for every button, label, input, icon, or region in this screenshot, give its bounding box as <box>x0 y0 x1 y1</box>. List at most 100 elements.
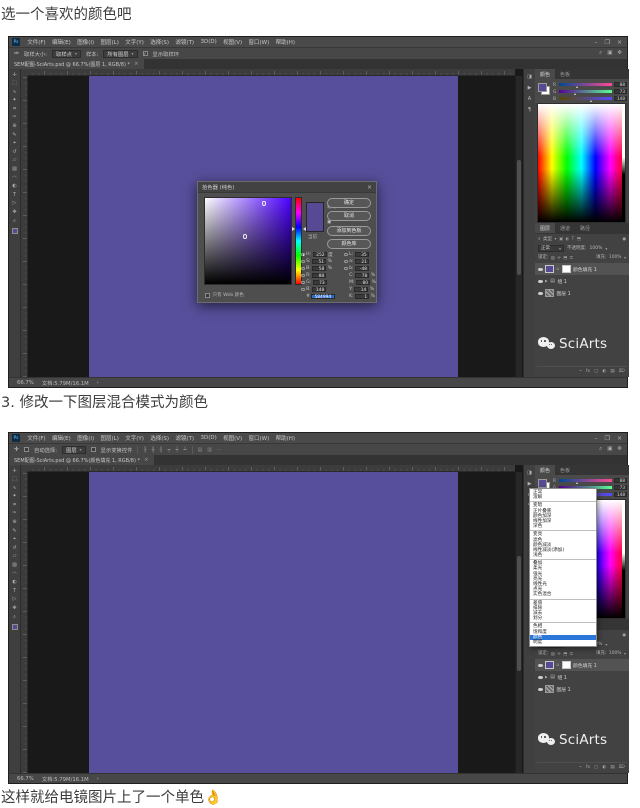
brush-tool-icon[interactable]: ✎ <box>10 527 19 534</box>
red-slider-track[interactable] <box>559 83 612 86</box>
status-more-icon[interactable]: › <box>97 776 99 782</box>
menu-type[interactable]: 文字(Y) <box>122 38 147 46</box>
tab-close-icon[interactable]: × <box>134 61 139 67</box>
menu-type[interactable]: 文字(Y) <box>122 434 147 442</box>
filter-kind-label[interactable]: 类型 <box>543 236 552 242</box>
green-field[interactable]: 73 <box>313 280 327 286</box>
red-slider[interactable]: R 88 <box>553 477 627 484</box>
menu-help[interactable]: 帮助(H) <box>272 434 298 442</box>
new-adjustment-icon[interactable]: ◐ <box>602 765 606 770</box>
hex-field[interactable]: 584994 <box>311 294 335 300</box>
menu-layer[interactable]: 图层(L) <box>97 434 122 442</box>
show-transform-checkbox[interactable] <box>91 447 96 452</box>
add-to-swatches-button[interactable]: 添加到色板 <box>327 226 371 236</box>
search-icon[interactable]: ⌕ <box>599 50 602 57</box>
web-color-icon[interactable]: ▣ <box>327 220 331 225</box>
blend-item-hard-mix[interactable]: 实色混合 <box>530 592 596 597</box>
cyan-field[interactable]: 78 <box>355 273 369 279</box>
fill-layer-thumbnail[interactable] <box>545 661 554 669</box>
green-slider-track[interactable] <box>559 90 612 93</box>
lasso-tool-icon[interactable]: ∿ <box>10 484 19 491</box>
minimize-icon[interactable]: – <box>595 39 598 46</box>
blue-field[interactable]: 148 <box>312 287 326 293</box>
hue-field[interactable]: 252 <box>313 252 327 258</box>
align-bottom-icon[interactable]: ┷ <box>184 447 187 453</box>
eraser-tool-icon[interactable]: ▱ <box>10 157 19 164</box>
show-ring-checkbox[interactable]: ✓ <box>143 51 148 56</box>
menu-file[interactable]: 文件(F) <box>24 434 49 442</box>
visibility-eye-icon[interactable] <box>538 268 543 271</box>
quick-select-tool-icon[interactable]: ✦ <box>10 97 19 104</box>
layer-row-color-fill[interactable]: ⧉ 颜色填充 1 <box>535 659 629 671</box>
close-icon[interactable]: × <box>617 435 622 442</box>
lab-l-radio[interactable] <box>344 253 348 257</box>
layer-name[interactable]: 图层 1 <box>557 290 571 297</box>
blue-radio[interactable] <box>301 288 305 292</box>
zoom-tool-icon[interactable]: ⌕ <box>10 217 19 224</box>
path-select-tool-icon[interactable]: ▷ <box>10 200 19 207</box>
fill-layer-thumbnail[interactable] <box>545 265 554 273</box>
foreground-color-swatch[interactable] <box>538 83 547 92</box>
saturation-field[interactable]: 51 <box>312 259 326 265</box>
tab-paths[interactable]: 路径 <box>575 223 595 233</box>
red-radio[interactable] <box>301 274 305 278</box>
red-value[interactable]: 88 <box>614 82 627 88</box>
red-slider-track[interactable] <box>559 479 612 482</box>
lab-a-radio[interactable] <box>344 260 348 264</box>
blue-value[interactable]: 148 <box>614 96 627 102</box>
fill-value[interactable]: 100% <box>609 255 622 260</box>
blue-value[interactable]: 148 <box>614 492 627 498</box>
eraser-tool-icon[interactable]: ▱ <box>10 553 19 560</box>
paragraph-panel-icon[interactable]: ¶ <box>528 107 531 113</box>
tab-close-icon[interactable]: × <box>144 457 149 463</box>
lab-b-field[interactable]: -48 <box>355 266 369 272</box>
document-tab[interactable]: SEM配图-SciArts.psd @ 66.7%(颜色填充 1, RGB/8)… <box>9 455 154 465</box>
web-colors-only[interactable]: 只有 Web 颜色 <box>205 292 244 298</box>
document-tab[interactable]: SEM配图-SciArts.psd @ 66.7%(图层 1, RGB/8) *… <box>9 59 144 69</box>
align-center-h-icon[interactable]: ╂ <box>151 447 154 453</box>
layer-row-image[interactable]: 图层 1 <box>535 683 629 695</box>
add-mask-icon[interactable]: ▢ <box>594 765 598 770</box>
extras-icon[interactable]: ✥ <box>617 50 622 57</box>
lock-transparency-icon[interactable]: ▨ <box>551 651 555 656</box>
link-layers-icon[interactable]: ⌁ <box>579 765 582 770</box>
status-more-icon[interactable]: › <box>97 380 99 386</box>
blur-tool-icon[interactable]: ◠ <box>10 174 19 181</box>
restore-icon[interactable]: ❐ <box>605 39 610 46</box>
layer-row-group[interactable]: ▶ ▤ 组 1 <box>535 671 629 683</box>
blend-item-divide[interactable]: 划分 <box>530 616 596 621</box>
eyedropper-tool-icon[interactable]: ✑ <box>10 114 19 121</box>
marquee-tool-icon[interactable]: ⬚ <box>10 476 19 483</box>
visibility-eye-icon[interactable] <box>538 688 543 691</box>
lab-l-field[interactable]: 35 <box>355 252 369 258</box>
type-tool-icon[interactable]: T <box>10 587 19 594</box>
blend-item-darker-color[interactable]: 深色 <box>530 524 596 529</box>
hand-tool-icon[interactable]: ✥ <box>10 605 19 612</box>
new-group-icon[interactable]: ▤ <box>610 765 614 770</box>
red-value[interactable]: 88 <box>614 478 627 484</box>
collapse-panels-icon[interactable]: ◨ <box>527 470 532 476</box>
layer-row-image[interactable]: 图层 1 <box>535 287 629 299</box>
dodge-tool-icon[interactable]: ◐ <box>10 183 19 190</box>
visibility-eye-icon[interactable] <box>538 676 543 679</box>
menu-select[interactable]: 选择(S) <box>147 434 172 442</box>
mask-link-icon[interactable]: ⧉ <box>557 267 560 271</box>
more-options-icon[interactable]: ⋯ <box>217 447 222 453</box>
new-group-icon[interactable]: ▤ <box>610 369 614 374</box>
layer-row-group[interactable]: ▶ ▤ 组 1 <box>535 275 629 287</box>
saturation-radio[interactable] <box>301 260 305 264</box>
green-value[interactable]: 73 <box>614 89 627 95</box>
cancel-button[interactable]: 取消 <box>327 211 371 221</box>
close-icon[interactable]: × <box>617 39 622 46</box>
layer-name[interactable]: 图层 1 <box>557 686 571 693</box>
align-top-icon[interactable]: ┯ <box>167 447 170 453</box>
menu-image[interactable]: 图像(I) <box>74 38 97 46</box>
expand-arrow-icon[interactable]: ▶ <box>545 279 548 283</box>
color-libraries-button[interactable]: 颜色库 <box>327 239 371 249</box>
hue-radio[interactable] <box>301 253 305 257</box>
menu-help[interactable]: 帮助(H) <box>272 38 298 46</box>
marquee-tool-icon[interactable]: ⬚ <box>10 80 19 87</box>
tab-color[interactable]: 颜色 <box>535 465 555 475</box>
zoom-level[interactable]: 66.7% <box>17 380 34 386</box>
layer-effects-icon[interactable]: fx <box>586 765 590 770</box>
